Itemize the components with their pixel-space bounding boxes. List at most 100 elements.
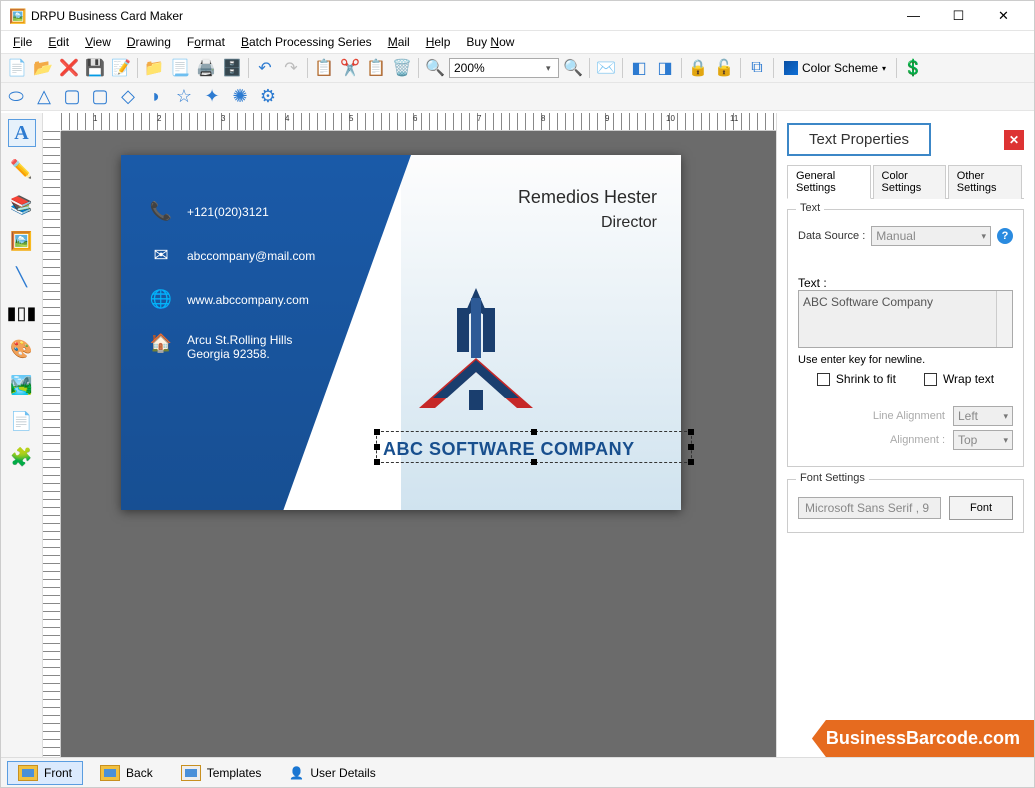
roundrect-icon[interactable]: ▢: [89, 86, 111, 108]
card-logo[interactable]: [401, 280, 551, 425]
menu-format[interactable]: Format: [179, 33, 233, 51]
barcode-tool-icon[interactable]: ▮▯▮: [8, 299, 36, 327]
menu-buy[interactable]: Buy Now: [458, 33, 522, 51]
plugin-tool-icon[interactable]: 🧩: [8, 443, 36, 471]
alignment-combo[interactable]: Top: [953, 430, 1013, 450]
line-alignment-combo[interactable]: Left: [953, 406, 1013, 426]
card-phone-row[interactable]: 📞+121(020)3121: [149, 201, 269, 222]
cut-icon[interactable]: ✂️: [338, 56, 362, 80]
lock-icon[interactable]: 🔒: [686, 56, 710, 80]
color-swatch-icon: [784, 61, 798, 75]
line-tool-icon[interactable]: ╲: [8, 263, 36, 291]
user-details-tab[interactable]: 👤User Details: [278, 761, 386, 785]
canvas[interactable]: 📞+121(020)3121 ✉abccompany@mail.com 🌐www…: [61, 131, 776, 757]
card-name-block[interactable]: Remedios Hester Director: [518, 187, 657, 232]
color-scheme-button[interactable]: Color Scheme ▾: [778, 56, 892, 80]
delete-icon[interactable]: 🗑️: [390, 56, 414, 80]
selection-box[interactable]: [376, 431, 692, 463]
open-icon[interactable]: 📂: [31, 56, 55, 80]
triangle-icon[interactable]: △: [33, 86, 55, 108]
back-icon[interactable]: ◨: [653, 56, 677, 80]
redo-icon[interactable]: ↷: [279, 56, 303, 80]
pencil-tool-icon[interactable]: ✏️: [8, 155, 36, 183]
help-icon[interactable]: ?: [997, 228, 1013, 244]
separator: [622, 58, 623, 78]
separator: [137, 58, 138, 78]
wrap-checkbox[interactable]: Wrap text: [924, 372, 994, 386]
menu-mail[interactable]: Mail: [380, 33, 418, 51]
copy-icon[interactable]: 📋: [312, 56, 336, 80]
textfile-tool-icon[interactable]: 📄: [8, 407, 36, 435]
undo-icon[interactable]: ↶: [253, 56, 277, 80]
new-icon[interactable]: 📄: [5, 56, 29, 80]
font-display: Microsoft Sans Serif , 9: [798, 497, 941, 519]
front-icon[interactable]: ◧: [627, 56, 651, 80]
menu-batch[interactable]: Batch Processing Series: [233, 33, 380, 51]
database-icon[interactable]: 🗄️: [220, 56, 244, 80]
rect-icon[interactable]: ▢: [61, 86, 83, 108]
burst-icon[interactable]: ✺: [229, 86, 251, 108]
tab-color-settings[interactable]: Color Settings: [873, 165, 946, 199]
close-button[interactable]: ✕: [981, 2, 1026, 30]
window-icon[interactable]: ⧉: [745, 56, 769, 80]
save-icon[interactable]: 💾: [83, 56, 107, 80]
separator: [740, 58, 741, 78]
panel-close-icon[interactable]: ✕: [1004, 130, 1024, 150]
ellipse-icon[interactable]: ⬭: [5, 86, 27, 108]
zoomout-icon[interactable]: 🔍: [561, 56, 585, 80]
star4-icon[interactable]: ✦: [201, 86, 223, 108]
close-card-icon[interactable]: ❌: [57, 56, 81, 80]
card-email-row[interactable]: ✉abccompany@mail.com: [149, 245, 315, 266]
menu-help[interactable]: Help: [418, 33, 459, 51]
menu-drawing[interactable]: Drawing: [119, 33, 179, 51]
paste-icon[interactable]: 📋: [364, 56, 388, 80]
separator: [773, 58, 774, 78]
templates-tab[interactable]: Templates: [170, 761, 273, 785]
text-input[interactable]: ABC Software Company: [798, 290, 1013, 348]
menu-edit[interactable]: Edit: [40, 33, 77, 51]
text-group-title: Text: [796, 202, 824, 214]
export-icon[interactable]: 📁: [142, 56, 166, 80]
menu-file[interactable]: File: [5, 33, 40, 51]
zoom-combo[interactable]: 200%: [449, 58, 559, 78]
saveas-icon[interactable]: 📝: [109, 56, 133, 80]
gear-icon[interactable]: ⚙: [257, 86, 279, 108]
scrollbar[interactable]: [996, 291, 1012, 347]
zoom-icon[interactable]: 🔍: [423, 56, 447, 80]
maximize-button[interactable]: ☐: [936, 2, 981, 30]
tab-general-settings[interactable]: General Settings: [787, 165, 871, 199]
image-tool-icon[interactable]: 🖼️: [8, 227, 36, 255]
left-tool-palette: A ✏️ 📚 🖼️ ╲ ▮▯▮ 🎨 🏞️ 📄 🧩: [1, 113, 43, 757]
print-icon[interactable]: 🖨️: [194, 56, 218, 80]
shape-toolbar: ⬭ △ ▢ ▢ ◇ ◗ ☆ ✦ ✺ ⚙: [1, 83, 1034, 111]
menu-view[interactable]: View: [77, 33, 119, 51]
currency-icon[interactable]: 💲: [901, 56, 925, 80]
diamond-icon[interactable]: ◇: [117, 86, 139, 108]
minimize-button[interactable]: —: [891, 2, 936, 30]
card-front-icon: [18, 765, 38, 781]
canvas-area: 1234567891011 📞+121(020)3121 ✉abccompany…: [43, 113, 776, 757]
tab-other-settings[interactable]: Other Settings: [948, 165, 1022, 199]
library-tool-icon[interactable]: 📚: [8, 191, 36, 219]
card-address-row[interactable]: 🏠Arcu St.Rolling HillsGeorgia 92358.: [149, 333, 292, 361]
font-button[interactable]: Font: [949, 496, 1013, 520]
unlock-icon[interactable]: 🔓: [712, 56, 736, 80]
card-website-row[interactable]: 🌐www.abccompany.com: [149, 289, 309, 310]
picture-tool-icon[interactable]: 🏞️: [8, 371, 36, 399]
text-field-label: Text :: [798, 276, 827, 290]
shrink-checkbox[interactable]: Shrink to fit: [817, 372, 896, 386]
color-tool-icon[interactable]: 🎨: [8, 335, 36, 363]
doc-icon[interactable]: 📃: [168, 56, 192, 80]
panel-title: Text Properties: [787, 123, 931, 156]
main-toolbar: 📄 📂 ❌ 💾 📝 📁 📃 🖨️ 🗄️ ↶ ↷ 📋 ✂️ 📋 🗑️ 🔍 200%…: [1, 53, 1034, 83]
user-icon: 👤: [289, 766, 304, 780]
business-card[interactable]: 📞+121(020)3121 ✉abccompany@mail.com 🌐www…: [121, 155, 681, 510]
separator: [681, 58, 682, 78]
front-tab[interactable]: Front: [7, 761, 83, 785]
text-tool-icon[interactable]: A: [8, 119, 36, 147]
back-tab[interactable]: Back: [89, 761, 164, 785]
mail-icon[interactable]: ✉️: [594, 56, 618, 80]
halfmoon-icon[interactable]: ◗: [145, 86, 167, 108]
star-icon[interactable]: ☆: [173, 86, 195, 108]
data-source-combo[interactable]: Manual: [871, 226, 991, 246]
